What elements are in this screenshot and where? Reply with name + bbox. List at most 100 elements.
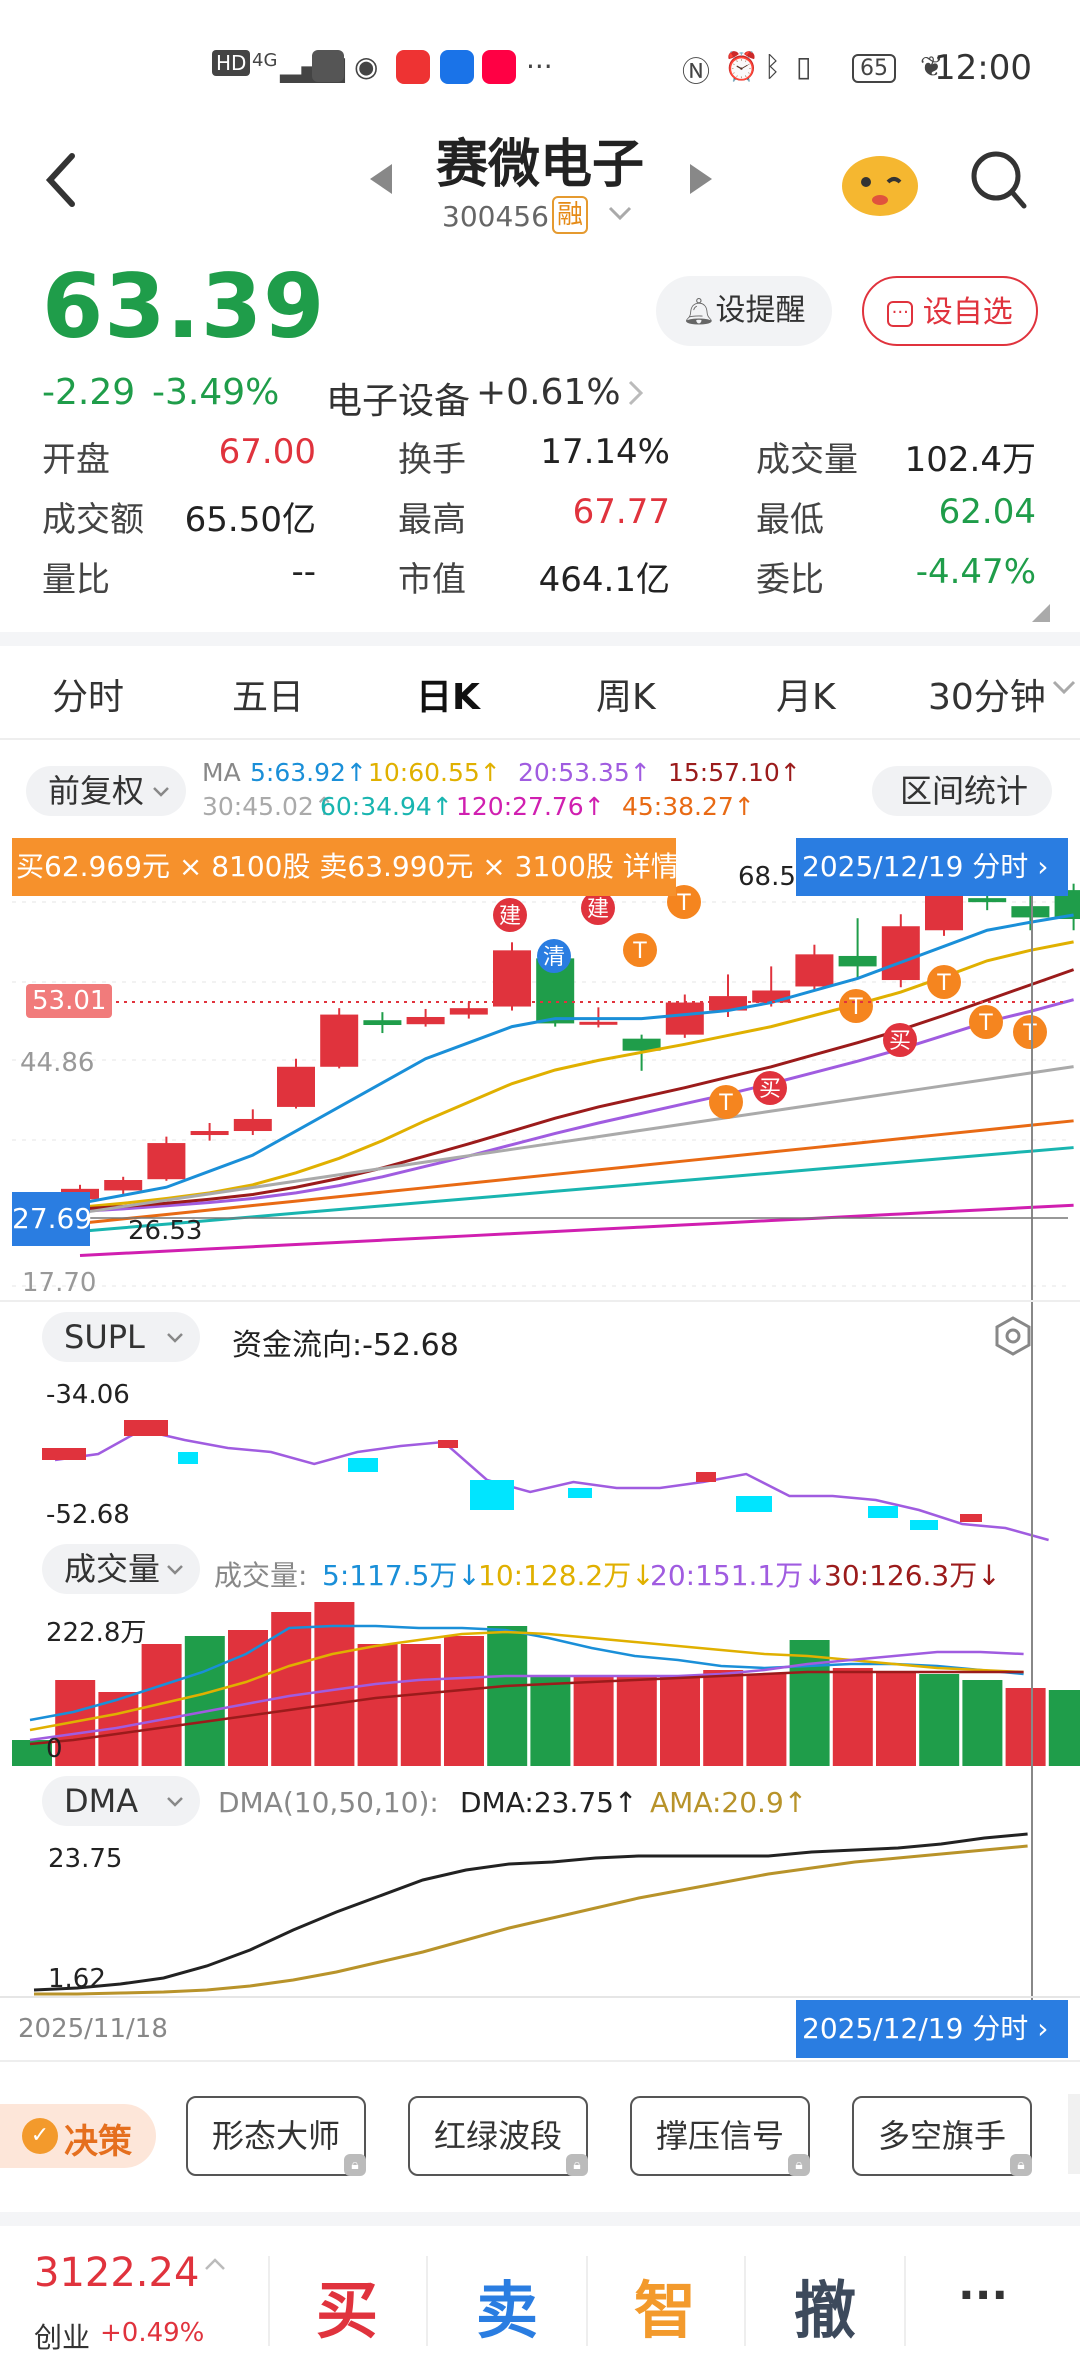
quote-value: 102.4万: [904, 440, 1036, 480]
nfc-icon: Ⓝ: [682, 55, 711, 88]
tool-button[interactable]: 撑压信号 🔒︎: [630, 2096, 810, 2176]
divider: [0, 632, 1080, 646]
adjust-label: 前复权: [48, 772, 145, 810]
volume-ma-value: 5:117.5万↓: [322, 1559, 481, 1592]
adjust-dropdown[interactable]: 前复权: [26, 766, 186, 816]
volume-button-label: 成交量: [64, 1550, 161, 1588]
signal-label: T: [936, 971, 951, 996]
volume-bar: [228, 1630, 268, 1766]
tabs-more-icon[interactable]: [1052, 680, 1076, 702]
tool-button-label: 多空旗手: [877, 2117, 1006, 2155]
signal-label: 建: [587, 897, 609, 922]
tab-item[interactable]: 五日: [232, 668, 304, 720]
tab-item[interactable]: 日K: [416, 668, 480, 720]
margin-badge: 融: [552, 196, 588, 234]
date-tag-bottom-date: 2025/12/19: [802, 2012, 964, 2045]
candle-body: [104, 1180, 143, 1191]
fund-flow-label: 资金流向:-52.68: [232, 1328, 459, 1363]
search-icon[interactable]: [968, 148, 1028, 216]
sector-chevron-icon[interactable]: [628, 380, 644, 410]
volume-dropdown[interactable]: 成交量: [42, 1544, 200, 1594]
add-watchlist-button[interactable]: ··· 设自选: [862, 276, 1038, 346]
tab-item[interactable]: 30分钟: [928, 668, 1046, 720]
date-tag-top[interactable]: 2025/12/19 分时 ›: [796, 838, 1068, 896]
candle-body: [925, 894, 963, 931]
candle-body: [1011, 906, 1050, 918]
sell-button[interactable]: 卖: [476, 2260, 538, 2350]
ma-value: 45:38.27↑: [622, 792, 755, 821]
supl-top-label: -34.06: [46, 1380, 130, 1410]
tab-item[interactable]: 月K: [776, 668, 836, 720]
range-stats-button[interactable]: 区间统计: [872, 766, 1052, 816]
supl-bar: [736, 1496, 772, 1512]
app-icon-1: [396, 50, 430, 84]
dma-dropdown[interactable]: DMA: [42, 1776, 200, 1826]
tab-item[interactable]: 周K: [596, 668, 656, 720]
supl-label: SUPL: [64, 1318, 145, 1356]
settings-hex-icon[interactable]: [994, 1316, 1032, 1360]
supl-bar: [868, 1506, 898, 1518]
tool-button[interactable]: 红绿波段 🔒︎: [408, 2096, 588, 2176]
tool-button-label: 红绿波段: [433, 2117, 562, 2155]
set-alert-button[interactable]: 🔔︎设提醒: [656, 276, 832, 346]
signal-label: 买: [889, 1029, 911, 1054]
price-change: -2.29: [42, 372, 136, 413]
index-value[interactable]: 3122.24: [34, 2250, 199, 2296]
tool-button[interactable]: 多空旗手 🔒︎: [852, 2096, 1032, 2176]
level-label-44: 44.86: [20, 1048, 95, 1078]
supl-bar: [696, 1472, 716, 1482]
quote-value: --: [291, 552, 316, 592]
volume-bars: [12, 1602, 1080, 1766]
candle-body: [190, 1131, 229, 1136]
decision-icon: ✓: [22, 2118, 58, 2154]
supl-bar: [910, 1520, 938, 1530]
divider: [0, 1300, 1080, 1302]
cancel-order-button[interactable]: 撤: [794, 2260, 856, 2350]
supl-indicator: [42, 1420, 1049, 1542]
tool-button-label: 撑压信号: [655, 2117, 784, 2155]
date-tag-bottom-suffix: 分时: [972, 2012, 1029, 2045]
supl-bar: [568, 1488, 592, 1498]
candle-body: [881, 926, 920, 981]
expand-corner-icon[interactable]: [1032, 604, 1050, 626]
separator: [426, 2256, 428, 2346]
buy-button[interactable]: 买: [316, 2260, 378, 2350]
sector-change[interactable]: +0.61%: [476, 372, 621, 413]
clock: 12:00: [934, 48, 1032, 88]
kline-chart-area[interactable]: 建 建清 T T T 买 T 买 T T T: [0, 836, 1080, 2041]
date-tag-bottom[interactable]: 2025/12/19 分时 ›: [796, 2000, 1068, 2058]
dma-bottom-label: 1.62: [48, 1964, 106, 1994]
quote-value: 67.00: [218, 432, 316, 472]
separator: [904, 2256, 906, 2346]
sector-name[interactable]: 电子设备: [326, 372, 470, 424]
more-button[interactable]: ···: [958, 2270, 1008, 2321]
bell-icon: 🔔︎: [682, 297, 716, 327]
decision-button[interactable]: ✓ 决策: [0, 2104, 156, 2168]
quote-label: 市值: [398, 560, 466, 600]
smart-button[interactable]: 智: [634, 2260, 696, 2350]
mascot-icon[interactable]: [838, 146, 922, 218]
ma-value: 5:63.92↑: [250, 758, 367, 787]
candle-body: [320, 1014, 359, 1067]
signal-label: T: [848, 995, 863, 1020]
supl-dropdown[interactable]: SUPL: [42, 1312, 200, 1362]
level-label-17: 17.70: [22, 1268, 97, 1298]
ma-value: 120:27.76↑: [456, 792, 605, 821]
lock-icon: 🔒︎: [1010, 2154, 1032, 2176]
volume-bar: [1005, 1688, 1046, 1766]
tab-item[interactable]: 分时: [52, 668, 124, 720]
quote-label: 最低: [756, 500, 824, 540]
volume-bar: [530, 1676, 571, 1766]
volume-bar: [703, 1670, 744, 1766]
dma-value: DMA:23.75↑: [460, 1786, 638, 1819]
chevron-down-icon[interactable]: [608, 206, 632, 226]
volume-bar: [573, 1676, 614, 1766]
quote-value: 67.77: [572, 492, 670, 532]
ma-value: 20:53.35↑: [518, 758, 651, 787]
ma-value: 10:60.55↑: [368, 758, 501, 787]
tool-button[interactable]: 形态大师 🔒︎: [186, 2096, 366, 2176]
next-stock-icon[interactable]: [688, 162, 714, 200]
order-banner[interactable]: 买62.969元 × 8100股 卖63.990元 × 3100股 详情: [12, 838, 676, 896]
candle-body: [665, 1002, 704, 1035]
volume-bar: [876, 1672, 916, 1766]
